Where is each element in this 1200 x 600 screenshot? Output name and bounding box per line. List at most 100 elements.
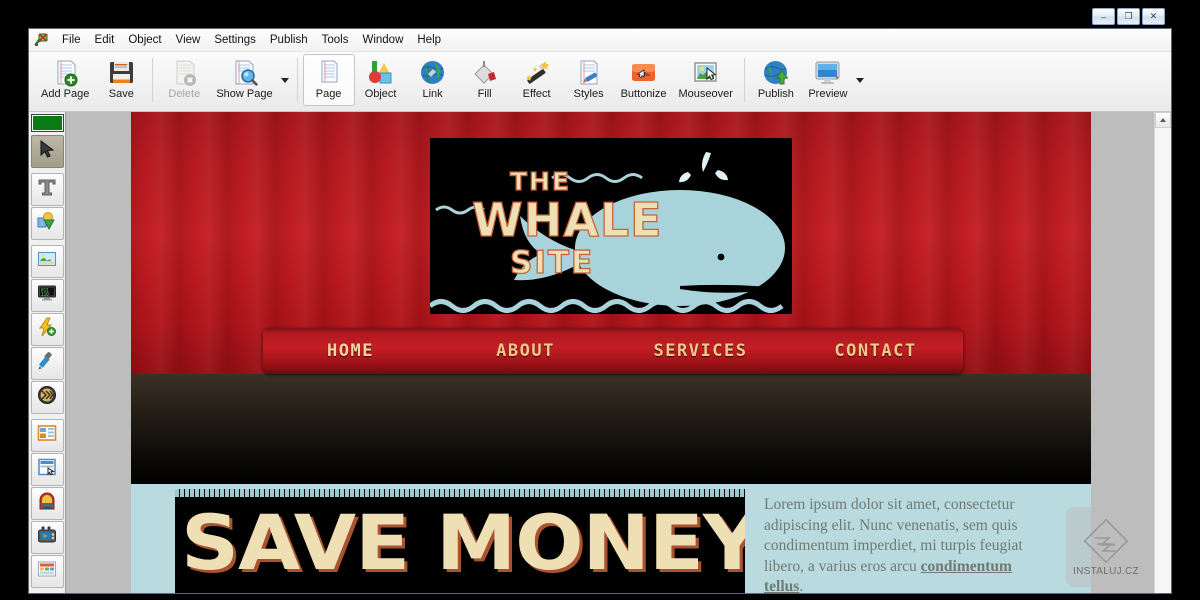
preview-dropdown-caret[interactable] xyxy=(854,54,867,106)
menu-publish[interactable]: Publish xyxy=(263,32,315,48)
globe-link-icon xyxy=(418,58,447,87)
toolbar-styles-label: Styles xyxy=(573,88,604,100)
toolbar-mouseover-label: Mouseover xyxy=(678,88,733,100)
text-tool-button[interactable] xyxy=(30,173,64,206)
styles-pen-icon xyxy=(574,58,603,87)
toolbar-separator xyxy=(152,58,154,102)
logo-line-2: WHALE xyxy=(472,193,663,247)
toolbar-styles-button[interactable]: Styles xyxy=(563,54,615,106)
design-canvas[interactable]: THE WHALE SITE HOME ABOUT SERVICES CONTA… xyxy=(65,112,1154,593)
layout-tool-button[interactable] xyxy=(30,419,64,452)
toolbar-delete-button[interactable]: Delete xyxy=(158,54,210,106)
flash-tool-button[interactable] xyxy=(30,313,64,346)
promo-banner[interactable]: SAVE MONEY xyxy=(175,489,745,593)
toolbar-mouseover-button[interactable]: Mouseover xyxy=(672,54,738,106)
gallery-tool-icon xyxy=(37,559,57,584)
toolbar-effect-button[interactable]: Effect xyxy=(511,54,563,106)
toolbar-preview-label: Preview xyxy=(808,88,848,100)
toolbar-publish-button[interactable]: Publish xyxy=(750,54,802,106)
color-swatch[interactable] xyxy=(30,114,64,132)
navigation-tool-button[interactable] xyxy=(30,381,64,414)
toolbar-link-label: Link xyxy=(422,88,443,100)
scroll-up-button[interactable] xyxy=(1155,112,1171,128)
site-logo-banner[interactable]: THE WHALE SITE xyxy=(430,138,792,314)
layout-tool-icon xyxy=(37,423,57,448)
chevron-down-icon xyxy=(856,77,865,83)
toolbar-save-button[interactable]: Save xyxy=(95,54,147,106)
menu-settings[interactable]: Settings xyxy=(207,32,263,48)
menu-window[interactable]: Window xyxy=(355,32,410,48)
toolbar-publish-label: Publish xyxy=(757,88,794,100)
image-tool-button[interactable] xyxy=(30,245,64,278)
toolbar-page-button[interactable]: Page xyxy=(302,54,355,106)
restore-button[interactable]: ❐ xyxy=(1117,8,1140,25)
text-tool-icon xyxy=(37,177,57,202)
nav-item-home[interactable]: HOME xyxy=(263,341,438,361)
window-controls: – ❐ ✕ xyxy=(1092,8,1165,25)
panel-tool-icon xyxy=(37,457,57,482)
image-cursor-icon xyxy=(691,58,720,87)
body-copy: Lorem ipsum dolor sit amet, consectetur … xyxy=(746,489,1066,593)
menu-tools[interactable]: Tools xyxy=(315,32,356,48)
code-tool-button[interactable]: 011 110 xyxy=(30,279,64,312)
menu-object[interactable]: Object xyxy=(121,32,168,48)
toolbar-effect-label: Effect xyxy=(522,88,551,100)
toolbar-add-page-button[interactable]: Add Page xyxy=(35,54,95,106)
magic-wand-icon xyxy=(522,58,551,87)
nav-item-services[interactable]: SERVICES xyxy=(613,341,788,361)
gallery-tool-button[interactable] xyxy=(30,555,64,588)
show-page-dropdown-caret[interactable] xyxy=(279,54,292,106)
toolbar-object-label: Object xyxy=(364,88,397,100)
main-toolbar: Add Page Save Delete Show Page Page Obje… xyxy=(29,52,1171,112)
minimize-button[interactable]: – xyxy=(1092,8,1115,25)
menu-help[interactable]: Help xyxy=(410,32,448,48)
svg-text:110: 110 xyxy=(41,291,49,297)
menu-file[interactable]: File xyxy=(55,32,88,48)
toolbar-link-button[interactable]: Link xyxy=(407,54,459,106)
logo-line-1: THE xyxy=(510,167,571,196)
logo-line-3: SITE xyxy=(510,245,594,281)
video-tool-icon xyxy=(37,525,57,550)
monitor-icon xyxy=(813,58,842,87)
panel-tool-button[interactable] xyxy=(30,453,64,486)
toolbar-buttonize-label: Buttonize xyxy=(620,88,667,100)
navigation-tool-icon xyxy=(37,385,57,410)
web-page-preview[interactable]: THE WHALE SITE HOME ABOUT SERVICES CONTA… xyxy=(131,112,1091,593)
toolbar-fill-button[interactable]: Fill xyxy=(459,54,511,106)
jukebox-tool-button[interactable] xyxy=(30,487,64,520)
toolbar-show-page-button[interactable]: Show Page xyxy=(210,54,278,106)
menu-view[interactable]: View xyxy=(169,32,208,48)
toolbar-save-label: Save xyxy=(108,88,134,100)
chevron-down-icon xyxy=(281,77,290,83)
close-button[interactable]: ✕ xyxy=(1142,8,1165,25)
toolbar-add-page-label: Add Page xyxy=(41,88,90,100)
wave-divider xyxy=(175,489,745,497)
vertical-scrollbar[interactable] xyxy=(1154,112,1171,593)
toolbar-buttonize-button[interactable]: Buttonize xyxy=(615,54,673,106)
nav-item-contact[interactable]: CONTACT xyxy=(788,341,963,361)
promo-headline: SAVE MONEY xyxy=(181,498,745,587)
globe-upload-icon xyxy=(761,58,790,87)
button-cursor-icon xyxy=(629,58,658,87)
toolbar-separator xyxy=(296,58,298,102)
toolbar-object-button[interactable]: Object xyxy=(355,54,407,106)
dark-gradient-band xyxy=(131,374,1091,484)
tool-group-media: 011 110 xyxy=(30,245,64,415)
flash-tool-icon xyxy=(37,317,57,342)
floppy-save-icon xyxy=(107,58,136,87)
tool-group-widgets xyxy=(30,419,64,589)
jukebox-tool-icon xyxy=(37,491,57,516)
toolbar-fill-label: Fill xyxy=(477,88,492,100)
menu-edit[interactable]: Edit xyxy=(88,32,122,48)
shape-tool-button[interactable] xyxy=(30,207,64,240)
pointer-tool-icon xyxy=(37,139,57,164)
tool-group-select xyxy=(30,135,64,169)
toolbar-preview-button[interactable]: Preview xyxy=(802,54,854,106)
toolbar-show-page-label: Show Page xyxy=(216,88,273,100)
pointer-tool-button[interactable] xyxy=(30,135,64,168)
menu-bar: File Edit Object View Settings Publish T… xyxy=(29,8,1171,52)
pen-tool-button[interactable] xyxy=(30,347,64,380)
scrollbar-track[interactable] xyxy=(1155,128,1171,593)
nav-item-about[interactable]: ABOUT xyxy=(438,341,613,361)
video-tool-button[interactable] xyxy=(30,521,64,554)
